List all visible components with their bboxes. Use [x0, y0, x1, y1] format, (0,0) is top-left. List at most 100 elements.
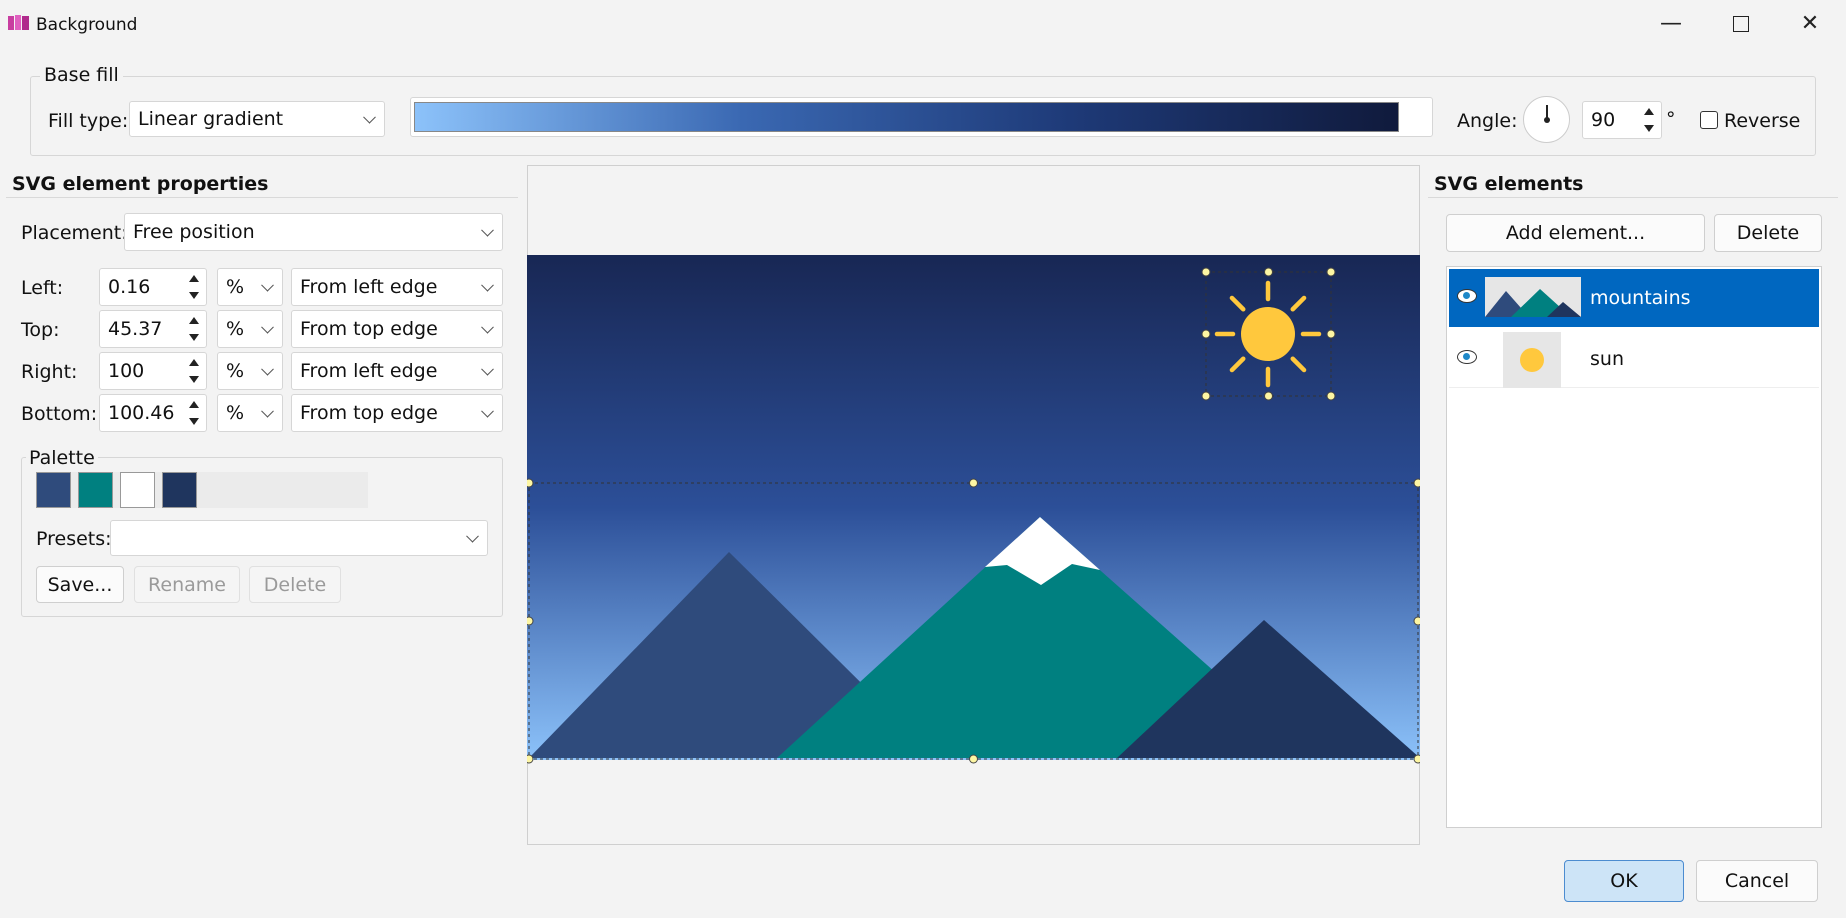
- right-ref-combo[interactable]: From left edge: [291, 352, 503, 390]
- resize-handle[interactable]: [1326, 329, 1336, 339]
- sun-element[interactable]: [1214, 280, 1322, 388]
- resize-handle[interactable]: [1326, 391, 1336, 401]
- resize-handle[interactable]: [1413, 616, 1420, 626]
- right-unit-combo[interactable]: %: [217, 352, 283, 390]
- eye-icon[interactable]: [1457, 350, 1477, 364]
- bottom-ref-value: From top edge: [300, 402, 438, 424]
- resize-handle[interactable]: [1264, 391, 1273, 401]
- mountains-thumbnail: [1485, 277, 1581, 317]
- resize-handle[interactable]: [969, 754, 978, 764]
- resize-handle[interactable]: [969, 478, 978, 488]
- top-ref-combo[interactable]: From top edge: [291, 310, 503, 348]
- angle-label: Angle:: [1457, 110, 1518, 132]
- delete-element-button[interactable]: Delete: [1714, 214, 1822, 252]
- reverse-label: Reverse: [1724, 110, 1801, 132]
- left-unit-value: %: [226, 276, 245, 298]
- chevron-down-icon: [261, 320, 274, 334]
- list-item-sun[interactable]: sun: [1449, 328, 1819, 388]
- resize-handle[interactable]: [1326, 267, 1336, 277]
- fill-type-combo[interactable]: Linear gradient: [129, 101, 385, 137]
- elements-list[interactable]: mountains sun: [1446, 266, 1822, 828]
- maximize-icon[interactable]: [1721, 4, 1761, 44]
- eye-icon[interactable]: [1457, 289, 1477, 303]
- base-fill-label: Base fill: [40, 66, 123, 85]
- delete-preset-button[interactable]: Delete: [249, 566, 341, 603]
- angle-spinbox[interactable]: 90: [1582, 101, 1662, 139]
- ok-button[interactable]: OK: [1564, 860, 1684, 902]
- left-ref-combo[interactable]: From left edge: [291, 268, 503, 306]
- degree-symbol: °: [1666, 108, 1676, 130]
- right-unit-value: %: [226, 360, 245, 382]
- placement-value: Free position: [133, 221, 255, 243]
- palette-swatch-4[interactable]: [162, 472, 197, 508]
- properties-divider: [6, 197, 518, 198]
- resize-handle[interactable]: [527, 616, 534, 626]
- right-spinner[interactable]: [182, 353, 206, 389]
- resize-handle[interactable]: [1413, 754, 1420, 764]
- right-label: Right:: [21, 361, 78, 383]
- bottom-value: 100.46: [108, 402, 175, 424]
- close-icon[interactable]: ✕: [1790, 4, 1830, 44]
- resize-handle[interactable]: [1413, 478, 1420, 488]
- resize-handle[interactable]: [1201, 391, 1211, 401]
- resize-handle[interactable]: [1264, 267, 1273, 277]
- left-ref-value: From left edge: [300, 276, 438, 298]
- resize-handle[interactable]: [1201, 267, 1211, 277]
- rename-preset-button[interactable]: Rename: [134, 566, 240, 603]
- top-label: Top:: [21, 319, 60, 341]
- palette-swatch-3[interactable]: [120, 472, 155, 508]
- left-spinner[interactable]: [182, 269, 206, 305]
- cancel-button[interactable]: Cancel: [1696, 860, 1818, 902]
- palette-swatch-1[interactable]: [36, 472, 71, 508]
- right-value: 100: [108, 360, 145, 382]
- bottom-spinner[interactable]: [182, 395, 206, 431]
- left-spinbox[interactable]: 0.16: [99, 268, 207, 306]
- reverse-checkbox[interactable]: [1700, 111, 1718, 129]
- sun-thumbnail: [1503, 332, 1561, 388]
- top-unit-combo[interactable]: %: [217, 310, 283, 348]
- top-value: 45.37: [108, 318, 163, 340]
- sun-disc: [1241, 307, 1295, 361]
- bottom-spinbox[interactable]: 100.46: [99, 394, 207, 432]
- gradient-selector[interactable]: [410, 97, 1433, 137]
- angle-dial[interactable]: [1523, 96, 1570, 143]
- resize-handle[interactable]: [527, 754, 534, 764]
- palette-swatch-2[interactable]: [78, 472, 113, 508]
- angle-value: 90: [1591, 109, 1616, 131]
- preview-canvas[interactable]: [527, 165, 1420, 845]
- bottom-unit-value: %: [226, 402, 245, 424]
- chevron-down-icon: [481, 223, 494, 237]
- bottom-ref-combo[interactable]: From top edge: [291, 394, 503, 432]
- right-spinbox[interactable]: 100: [99, 352, 207, 390]
- placement-label: Placement:: [21, 222, 128, 244]
- chevron-down-icon: [481, 320, 494, 334]
- fill-type-label: Fill type:: [48, 110, 129, 132]
- right-ref-value: From left edge: [300, 360, 438, 382]
- chevron-down-icon: [261, 404, 274, 418]
- add-element-button[interactable]: Add element...: [1446, 214, 1705, 252]
- title-bar: Background — ✕: [0, 0, 1846, 48]
- angle-spinner[interactable]: [1637, 102, 1661, 138]
- app-icon: [8, 15, 29, 30]
- list-item-mountains[interactable]: mountains: [1449, 269, 1819, 327]
- top-spinbox[interactable]: 45.37: [99, 310, 207, 348]
- presets-label: Presets:: [36, 528, 112, 550]
- chevron-down-icon: [261, 278, 274, 292]
- resize-handle[interactable]: [1201, 329, 1211, 339]
- presets-combo[interactable]: [110, 520, 488, 556]
- left-unit-combo[interactable]: %: [217, 268, 283, 306]
- minimize-icon[interactable]: —: [1651, 4, 1691, 44]
- placement-combo[interactable]: Free position: [124, 213, 503, 251]
- window-title: Background: [36, 15, 138, 35]
- top-ref-value: From top edge: [300, 318, 438, 340]
- elements-title: SVG elements: [1434, 173, 1584, 195]
- save-preset-button[interactable]: Save...: [36, 566, 124, 603]
- mountains-label: mountains: [1590, 287, 1691, 309]
- bottom-unit-combo[interactable]: %: [217, 394, 283, 432]
- chevron-down-icon: [481, 404, 494, 418]
- left-value: 0.16: [108, 276, 151, 298]
- chevron-down-icon: [481, 362, 494, 376]
- top-spinner[interactable]: [182, 311, 206, 347]
- chevron-down-icon: [363, 110, 376, 124]
- resize-handle[interactable]: [527, 478, 534, 488]
